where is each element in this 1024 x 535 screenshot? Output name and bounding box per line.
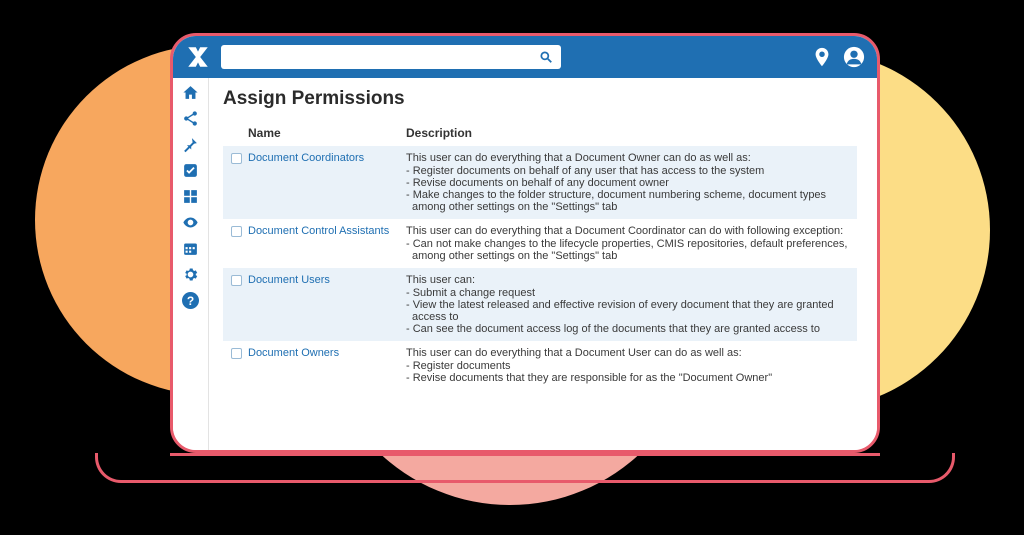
top-bar [173, 36, 877, 78]
role-description-cell: This user can do everything that a Docum… [406, 225, 849, 262]
pin-icon[interactable] [182, 136, 199, 153]
table-row: Document Owners This user can do everythi… [223, 341, 857, 390]
share-icon[interactable] [182, 110, 199, 127]
laptop-hinge-line [170, 453, 880, 456]
table-header-row: Name Description [223, 120, 857, 146]
role-link[interactable]: Document Coordinators [248, 152, 364, 164]
role-name-cell: Document Users [231, 274, 406, 335]
description-line: - Submit a change request [406, 287, 849, 299]
role-checkbox[interactable] [231, 153, 242, 164]
app-logo-icon [185, 44, 211, 70]
main-content: Assign Permissions Name Description Docu… [209, 78, 877, 450]
user-account-icon[interactable] [843, 46, 865, 68]
role-description-cell: This user can do everything that a Docum… [406, 347, 849, 384]
laptop-base [95, 453, 955, 483]
role-name-cell: Document Control Assistants [231, 225, 406, 262]
description-line: - Make changes to the folder structure, … [406, 189, 849, 213]
description-lead: This user can: [406, 274, 849, 286]
description-line: - Can see the document access log of the… [406, 323, 849, 335]
role-link[interactable]: Document Owners [248, 347, 339, 359]
description-line: - Register documents on behalf of any us… [406, 165, 849, 177]
role-name-cell: Document Coordinators [231, 152, 406, 213]
description-line: - Register documents [406, 360, 849, 372]
settings-gear-icon[interactable] [182, 266, 199, 283]
eye-icon[interactable] [182, 214, 199, 231]
description-line: - View the latest released and effective… [406, 299, 849, 323]
role-name-cell: Document Owners [231, 347, 406, 384]
col-header-description: Description [406, 126, 849, 140]
role-checkbox[interactable] [231, 348, 242, 359]
role-checkbox[interactable] [231, 275, 242, 286]
description-lead: This user can do everything that a Docum… [406, 152, 849, 164]
table-row: Document Control Assistants This user can… [223, 219, 857, 268]
calendar-icon[interactable] [182, 240, 199, 257]
col-header-name: Name [231, 126, 406, 140]
help-icon[interactable]: ? [182, 292, 199, 309]
laptop-frame: ? Assign Permissions Name Description Do… [170, 33, 880, 453]
permissions-table: Name Description Document Coordinators Th… [223, 120, 857, 390]
home-icon[interactable] [182, 84, 199, 101]
role-link[interactable]: Document Control Assistants [248, 225, 389, 237]
search-input[interactable] [229, 50, 539, 64]
description-line: - Can not make changes to the lifecycle … [406, 238, 849, 262]
table-row: Document Users This user can:- Submit a c… [223, 268, 857, 341]
location-pin-icon[interactable] [811, 46, 833, 68]
description-line: - Revise documents on behalf of any docu… [406, 177, 849, 189]
description-lead: This user can do everything that a Docum… [406, 347, 849, 359]
page-title: Assign Permissions [223, 88, 857, 110]
role-checkbox[interactable] [231, 226, 242, 237]
check-square-icon[interactable] [182, 162, 199, 179]
description-line: - Revise documents that they are respons… [406, 372, 849, 384]
search-icon[interactable] [539, 50, 553, 64]
sidebar: ? [173, 78, 209, 450]
description-lead: This user can do everything that a Docum… [406, 225, 849, 237]
role-description-cell: This user can:- Submit a change request-… [406, 274, 849, 335]
search-box[interactable] [221, 45, 561, 69]
dashboard-icon[interactable] [182, 188, 199, 205]
role-link[interactable]: Document Users [248, 274, 330, 286]
table-row: Document Coordinators This user can do ev… [223, 146, 857, 219]
role-description-cell: This user can do everything that a Docum… [406, 152, 849, 213]
